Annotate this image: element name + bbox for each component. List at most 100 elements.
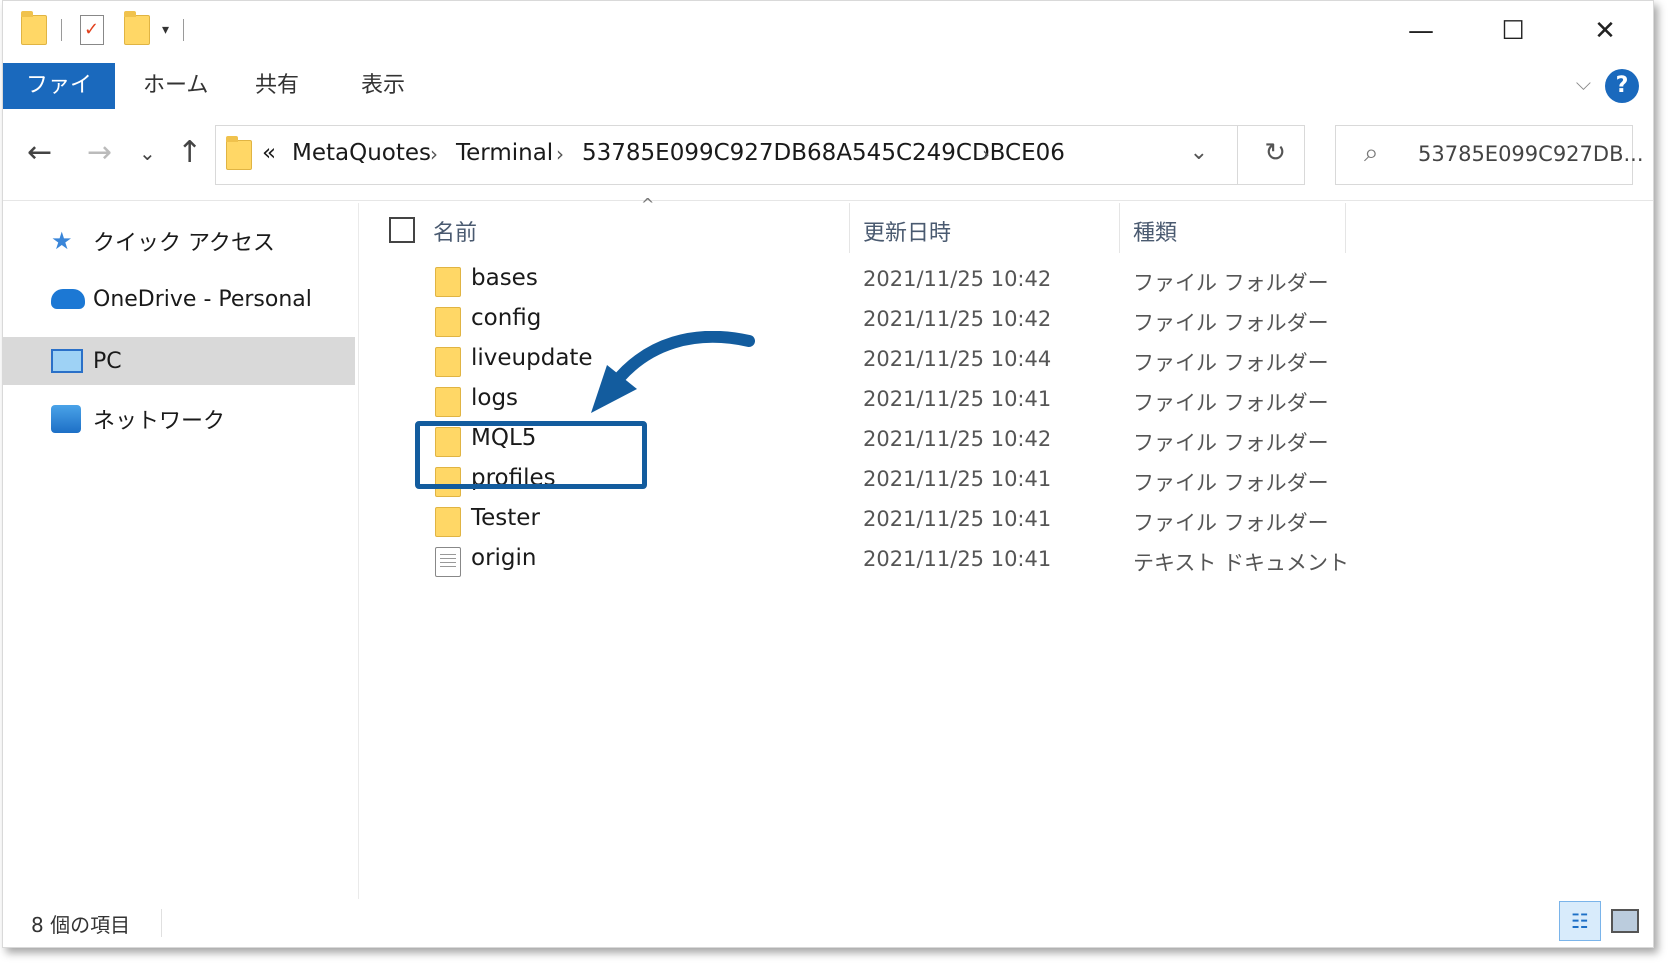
file-type: ファイル フォルダー (1133, 471, 1329, 495)
folder-icon (435, 387, 461, 417)
close-button[interactable]: ✕ (1575, 11, 1635, 51)
file-modified: 2021/11/25 10:44 (863, 347, 1052, 371)
star-icon: ★ (51, 227, 73, 255)
column-header-name[interactable]: 名前 (433, 215, 477, 265)
chevron-right-icon[interactable]: › (556, 142, 564, 166)
file-name: origin (471, 545, 537, 571)
nav-item-label: OneDrive - Personal (93, 286, 312, 312)
file-row[interactable]: logs 2021/11/25 10:41 ファイル フォルダー (363, 381, 1463, 423)
select-all-checkbox[interactable] (389, 217, 415, 243)
file-type: ファイル フォルダー (1133, 431, 1329, 455)
folder-icon (435, 347, 461, 377)
quick-access-toolbar: ▾ (21, 11, 185, 45)
title-bar: ▾ — ☐ ✕ (3, 1, 1653, 61)
help-icon[interactable]: ? (1605, 69, 1639, 103)
file-list: ^ 名前 更新日時 種類 bases 2021/11/25 10:42 ファイル… (363, 195, 1653, 899)
breadcrumb-overflow[interactable]: « (262, 140, 276, 166)
search-icon: ⌕ (1364, 138, 1379, 168)
address-folder-icon (226, 136, 252, 170)
search-box[interactable]: ⌕ 53785E099C927DB... (1335, 125, 1644, 185)
forward-button[interactable]: → (87, 135, 112, 170)
file-row[interactable]: origin 2021/11/25 10:41 テキスト ドキュメント (363, 541, 1463, 583)
back-button[interactable]: ← (27, 135, 52, 170)
file-type: ファイル フォルダー (1133, 391, 1329, 415)
column-divider[interactable] (1119, 203, 1120, 253)
ribbon-tabs: ファイル ホーム 共有 表示 ⌵ ? (3, 63, 1653, 144)
file-name: Tester (471, 505, 540, 531)
file-name: bases (471, 265, 538, 291)
toolbar-separator (183, 19, 185, 41)
address-dropdown-icon[interactable]: ⌄ (1190, 140, 1208, 165)
cloud-icon (51, 289, 85, 309)
column-header-type[interactable]: 種類 (1133, 215, 1177, 265)
recent-locations-button[interactable]: ⌄ (139, 141, 156, 165)
file-row[interactable]: liveupdate 2021/11/25 10:44 ファイル フォルダー (363, 341, 1463, 383)
computer-icon (51, 349, 83, 373)
column-divider[interactable] (1345, 203, 1346, 253)
file-modified: 2021/11/25 10:41 (863, 507, 1052, 531)
new-folder-icon[interactable] (124, 11, 150, 45)
minimize-button[interactable]: — (1391, 11, 1451, 51)
nav-item-label: PC (93, 348, 122, 374)
nav-item-quick-access[interactable]: ★ クイック アクセス (3, 217, 355, 265)
status-divider (161, 909, 162, 937)
refresh-icon[interactable]: ↻ (1264, 138, 1286, 168)
file-name: liveupdate (471, 345, 593, 371)
column-header-modified[interactable]: 更新日時 (863, 215, 951, 265)
large-icons-view-button[interactable] (1611, 909, 1639, 933)
file-type: ファイル フォルダー (1133, 311, 1329, 335)
text-document-icon (435, 547, 461, 577)
file-name: config (471, 305, 542, 331)
tab-home[interactable]: ホーム (143, 63, 208, 109)
file-modified: 2021/11/25 10:41 (863, 547, 1052, 571)
toolbar-separator (61, 19, 62, 41)
annotation-arrow-icon (591, 331, 755, 413)
address-row: ← → ⌄ ↑ « MetaQuotes › Terminal › 53785E… (3, 111, 1653, 201)
nav-item-label: ネットワーク (93, 409, 226, 434)
file-modified: 2021/11/25 10:41 (863, 467, 1052, 491)
tab-share[interactable]: 共有 (255, 63, 299, 109)
breadcrumb-metaquotes[interactable]: MetaQuotes (292, 140, 431, 166)
properties-icon[interactable] (80, 15, 104, 45)
network-icon (51, 405, 81, 433)
tab-view[interactable]: 表示 (361, 63, 405, 109)
file-row[interactable]: bases 2021/11/25 10:42 ファイル フォルダー (363, 261, 1463, 303)
folder-icon (435, 267, 461, 297)
status-item-count: 8 個の項目 (31, 913, 131, 937)
nav-item-label: クイック アクセス (93, 231, 275, 256)
breadcrumb-terminal-id[interactable]: 53785E099C927DB68A545C249CDBCE06 (582, 140, 1065, 166)
up-button[interactable]: ↑ (177, 135, 202, 170)
search-input[interactable]: 53785E099C927DB... (1418, 142, 1644, 166)
file-name: logs (471, 385, 519, 411)
file-type: テキスト ドキュメント (1133, 551, 1350, 575)
file-modified: 2021/11/25 10:42 (863, 307, 1052, 331)
navigation-pane: ★ クイック アクセス OneDrive - Personal PC ネットワー… (3, 203, 359, 899)
nav-item-network[interactable]: ネットワーク (3, 395, 355, 443)
file-modified: 2021/11/25 10:42 (863, 267, 1052, 291)
folder-icon (435, 507, 461, 537)
explorer-window: ▾ — ☐ ✕ ファイル ホーム 共有 表示 ⌵ ? ← → ⌄ ↑ « Met… (2, 0, 1654, 948)
file-type: ファイル フォルダー (1133, 351, 1329, 375)
tab-file[interactable]: ファイル (3, 63, 115, 144)
details-view-button[interactable]: ☷ (1559, 901, 1601, 941)
column-divider[interactable] (849, 203, 850, 253)
file-modified: 2021/11/25 10:41 (863, 387, 1052, 411)
chevron-right-icon[interactable]: › (982, 142, 990, 166)
nav-item-onedrive[interactable]: OneDrive - Personal (3, 275, 355, 323)
file-row[interactable]: Tester 2021/11/25 10:41 ファイル フォルダー (363, 501, 1463, 543)
file-type: ファイル フォルダー (1133, 271, 1329, 295)
folder-icon[interactable] (21, 11, 47, 45)
chevron-right-icon[interactable]: › (430, 142, 438, 166)
sort-ascending-icon: ^ (641, 195, 655, 214)
file-row[interactable]: config 2021/11/25 10:42 ファイル フォルダー (363, 301, 1463, 343)
ribbon-expand-icon[interactable]: ⌵ (1576, 71, 1591, 95)
maximize-button[interactable]: ☐ (1483, 11, 1543, 51)
address-divider (1237, 126, 1238, 184)
file-modified: 2021/11/25 10:42 (863, 427, 1052, 451)
address-bar[interactable]: « MetaQuotes › Terminal › 53785E099C927D… (215, 125, 1305, 185)
folder-icon (435, 307, 461, 337)
nav-item-pc[interactable]: PC (3, 337, 355, 385)
mql5-highlight-box (415, 421, 647, 489)
breadcrumb-terminal[interactable]: Terminal (456, 140, 553, 166)
customize-dropdown-icon[interactable]: ▾ (162, 22, 169, 38)
